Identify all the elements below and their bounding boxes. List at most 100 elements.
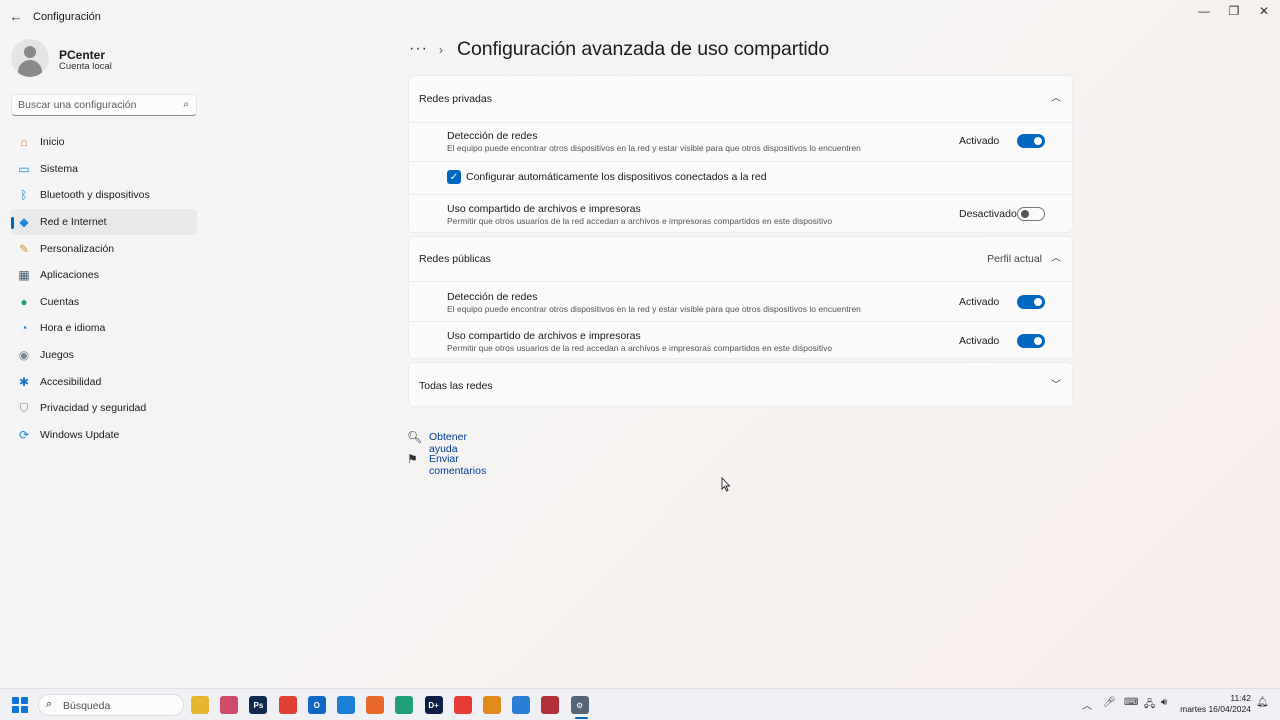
feedback-icon: ⚑ [407, 452, 418, 466]
outlook-icon[interactable]: O [307, 696, 326, 714]
disney-plus-icon[interactable]: D+ [424, 696, 443, 714]
toggle-knob [1034, 298, 1042, 306]
firefox-icon[interactable] [366, 696, 385, 714]
maximize-button[interactable]: ❐ [1219, 0, 1249, 22]
settings-window: ← Configuración — ❐ ✕ PCenter Cuenta loc… [0, 0, 1280, 688]
microphone-icon[interactable]: 🎤︎ [1103, 697, 1116, 708]
current-profile-label: Perfil actual [987, 253, 1042, 265]
page-title: Configuración avanzada de uso compartido [457, 38, 830, 60]
breadcrumb-more-button[interactable]: ··· [409, 40, 428, 58]
sidebar-item-privacidad-y-seguridad[interactable]: ⛉ Privacidad y seguridad [11, 395, 197, 422]
anydesk-icon[interactable] [453, 696, 472, 714]
photoshop-icon[interactable]: Ps [249, 696, 268, 714]
chevron-up-icon[interactable]: ︿ [1049, 249, 1063, 264]
sidebar-item-label: Aplicaciones [40, 269, 99, 282]
avatar[interactable] [11, 39, 49, 77]
start-tile [20, 705, 28, 713]
edge-icon[interactable] [395, 696, 414, 714]
file-explorer-icon[interactable] [191, 696, 209, 714]
private-networks-header[interactable]: Redes privadas ︿ [409, 76, 1072, 122]
account-type: Cuenta local [59, 61, 112, 72]
public-discovery-desc: El equipo puede encontrar otros disposit… [447, 304, 861, 314]
globe-clock-icon: ◔ [20, 321, 28, 336]
sidebar-item-sistema[interactable]: ▭ Sistema [11, 156, 197, 183]
chrome-icon[interactable] [278, 696, 297, 714]
divider [409, 281, 1072, 282]
sidebar-item-label: Hora e idioma [40, 322, 106, 335]
shield-icon: ⛉ [19, 400, 29, 415]
brush-icon: ✎ [18, 241, 30, 256]
sidebar-item-personalización[interactable]: ✎ Personalización [11, 235, 197, 262]
chevron-up-icon[interactable]: ︿ [1082, 697, 1092, 712]
public-discovery-toggle[interactable] [1017, 295, 1045, 309]
sidebar-item-aplicaciones[interactable]: ▦ Aplicaciones [11, 262, 197, 289]
auto-config-checkbox[interactable]: ✓ [447, 170, 461, 184]
get-help-link[interactable]: Obtener ayuda [429, 431, 467, 455]
search-icon[interactable]: ⌕ [183, 99, 189, 110]
sidebar-nav: ⌂ Inicio ▭ Sistema ᛒ Bluetooth y dispositivos… [11, 129, 197, 448]
sidebar-item-label: Sistema [40, 162, 78, 175]
sidebar-item-label: Bluetooth y dispositivos [40, 189, 150, 202]
sidebar-item-label: Accesibilidad [40, 375, 102, 388]
app-photo-icon[interactable] [541, 696, 560, 714]
divider [409, 161, 1072, 162]
apps-icon: ▦ [18, 268, 30, 283]
taskbar-search[interactable]: ⌕ Búsqueda [38, 694, 184, 716]
sidebar-item-red-e-internet[interactable]: ◆ Red e Internet [11, 208, 197, 236]
app-blue-icon[interactable] [512, 696, 531, 714]
start-button[interactable] [12, 697, 28, 713]
private-sharing-toggle[interactable] [1017, 207, 1045, 221]
send-feedback-link[interactable]: Enviar comentarios [429, 453, 486, 477]
clock[interactable]: 11:42 martes 16/04/2024 [1180, 693, 1251, 715]
sidebar-item-label: Juegos [40, 349, 74, 362]
sidebar-item-cuentas[interactable]: ● Cuentas [11, 289, 197, 316]
help-icon: 🔍︎ [407, 430, 423, 444]
toggle-knob [1034, 137, 1042, 145]
settings-gear-icon[interactable]: ⚙ [570, 696, 589, 714]
sidebar-item-hora-e-idioma[interactable]: ◔ Hora e idioma [11, 315, 197, 342]
app-orange-icon[interactable] [483, 696, 501, 714]
accessibility-icon: ✱ [18, 374, 30, 389]
private-discovery-toggle[interactable] [1017, 134, 1045, 148]
pinwheel-app-icon[interactable] [220, 696, 239, 714]
start-tile [12, 697, 19, 705]
keyboard-icon[interactable]: ⌨ [1124, 697, 1138, 708]
notification-icon[interactable]: 🔔︎ [1256, 697, 1269, 708]
public-discovery-state: Activado [959, 296, 1000, 308]
volume-icon[interactable]: 🔊︎ [1161, 697, 1167, 708]
start-tile [20, 697, 28, 705]
public-sharing-toggle[interactable] [1017, 334, 1045, 348]
all-networks-section[interactable]: Todas las redes ﹀ [408, 362, 1073, 407]
chevron-up-icon[interactable]: ︿ [1049, 89, 1063, 104]
avatar-body [18, 60, 42, 77]
auto-config-label: Configurar automáticamente los dispositi… [466, 171, 767, 183]
sidebar-item-windows-update[interactable]: ⟳ Windows Update [11, 422, 197, 449]
minimize-button[interactable]: — [1189, 0, 1219, 22]
public-networks-section: Redes públicas Perfil actual ︿ Detección… [408, 236, 1073, 359]
user-name: PCenter [59, 48, 106, 62]
active-app-indicator [575, 717, 588, 719]
settings-search-input[interactable] [18, 99, 173, 111]
system-icon: ▭ [18, 161, 30, 176]
sidebar-item-juegos[interactable]: ◉ Juegos [11, 342, 197, 369]
close-button[interactable]: ✕ [1249, 0, 1279, 22]
taskbar-search-placeholder: Búsqueda [63, 700, 111, 712]
sidebar-item-label: Personalización [40, 242, 115, 255]
settings-search-box[interactable]: ⌕ [11, 94, 197, 116]
vscode-icon[interactable] [337, 696, 355, 714]
taskbar: ⌕ Búsqueda Ps O D+ ⚙ ︿ 🎤︎ ⌨ 🖧 🔊︎ 11:42 mart… [0, 688, 1280, 720]
sidebar-item-accesibilidad[interactable]: ✱ Accesibilidad [11, 368, 197, 395]
chevron-down-icon[interactable]: ﹀ [1049, 376, 1063, 391]
public-sharing-state: Activado [959, 335, 1000, 347]
sidebar-item-inicio[interactable]: ⌂ Inicio [11, 129, 197, 156]
private-networks-title: Redes privadas [419, 93, 492, 105]
mouse-cursor-icon [721, 477, 731, 492]
private-discovery-title: Detección de redes [447, 130, 538, 142]
public-networks-header[interactable]: Redes públicas Perfil actual ︿ [409, 237, 1072, 283]
private-sharing-state: Desactivado [959, 208, 1017, 220]
sidebar-item-bluetooth-y-dispositivos[interactable]: ᛒ Bluetooth y dispositivos [11, 182, 197, 209]
public-sharing-title: Uso compartido de archivos e impresoras [447, 330, 641, 342]
back-button[interactable]: ← [6, 6, 26, 26]
search-icon: ⌕ [46, 698, 53, 710]
network-icon[interactable]: 🖧 [1144, 697, 1155, 714]
